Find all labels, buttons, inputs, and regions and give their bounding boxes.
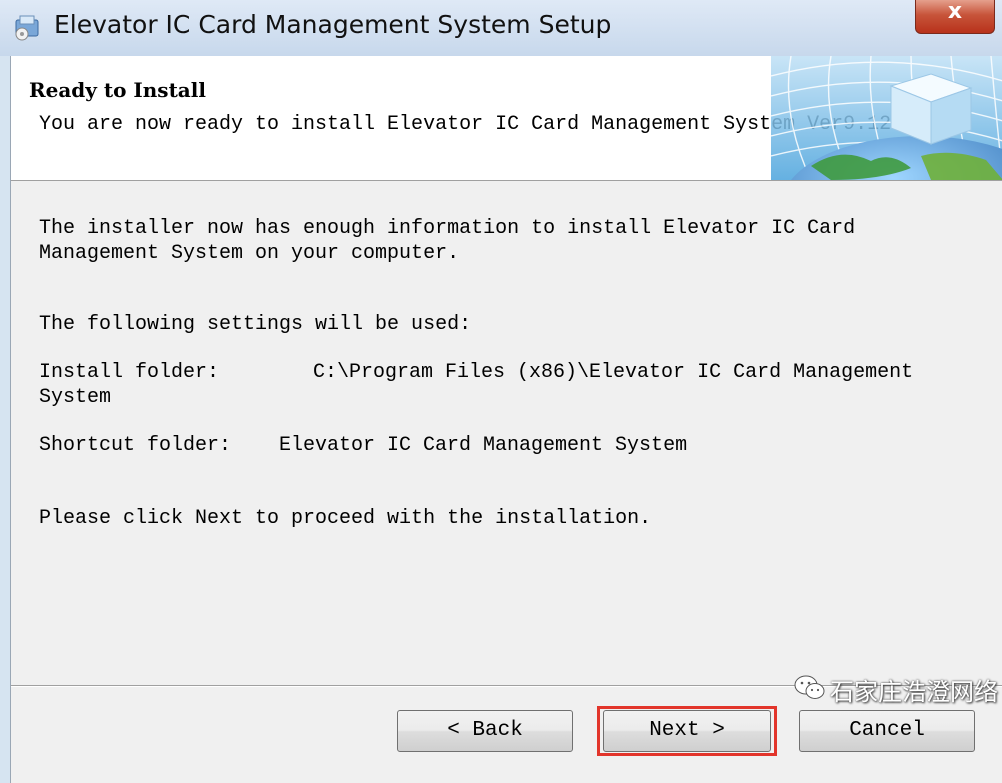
cancel-button[interactable]: Cancel xyxy=(799,710,975,752)
info-line-1: The installer now has enough information… xyxy=(39,217,856,240)
next-button[interactable]: Next > xyxy=(603,710,771,752)
setup-window: Elevator IC Card Management System Setup… xyxy=(0,0,1002,783)
wizard-header: Ready to Install You are now ready to in… xyxy=(11,56,1002,181)
wechat-icon xyxy=(794,675,825,699)
install-folder-label: Install folder: xyxy=(39,361,220,384)
shortcut-folder-value: Elevator IC Card Management System xyxy=(279,434,688,457)
back-button-label: < Back xyxy=(447,719,523,742)
watermark-text: 石家庄浩澄网络 xyxy=(830,678,998,706)
page-title: Ready to Install xyxy=(29,78,206,102)
close-icon: x xyxy=(947,0,963,24)
install-folder-value-cont: System xyxy=(39,386,112,409)
install-folder-value: C:\Program Files (x86)\Elevator IC Card … xyxy=(313,361,914,384)
title-bar: Elevator IC Card Management System Setup… xyxy=(0,0,1002,56)
cancel-button-label: Cancel xyxy=(849,719,925,742)
installer-globe-graphic xyxy=(771,56,1002,180)
back-button[interactable]: < Back xyxy=(397,710,573,752)
shortcut-folder-label: Shortcut folder: xyxy=(39,434,232,457)
page-subtitle: You are now ready to install Elevator IC… xyxy=(39,113,892,136)
installer-app-icon xyxy=(15,15,39,41)
close-button[interactable]: x xyxy=(915,0,995,34)
info-line-2: Management System on your computer. xyxy=(39,242,460,265)
watermark: 石家庄浩澄网络 xyxy=(790,668,998,708)
settings-intro: The following settings will be used: xyxy=(39,313,472,336)
proceed-instruction: Please click Next to proceed with the in… xyxy=(39,507,652,530)
window-title: Elevator IC Card Management System Setup xyxy=(54,10,612,39)
next-button-label: Next > xyxy=(649,719,725,742)
